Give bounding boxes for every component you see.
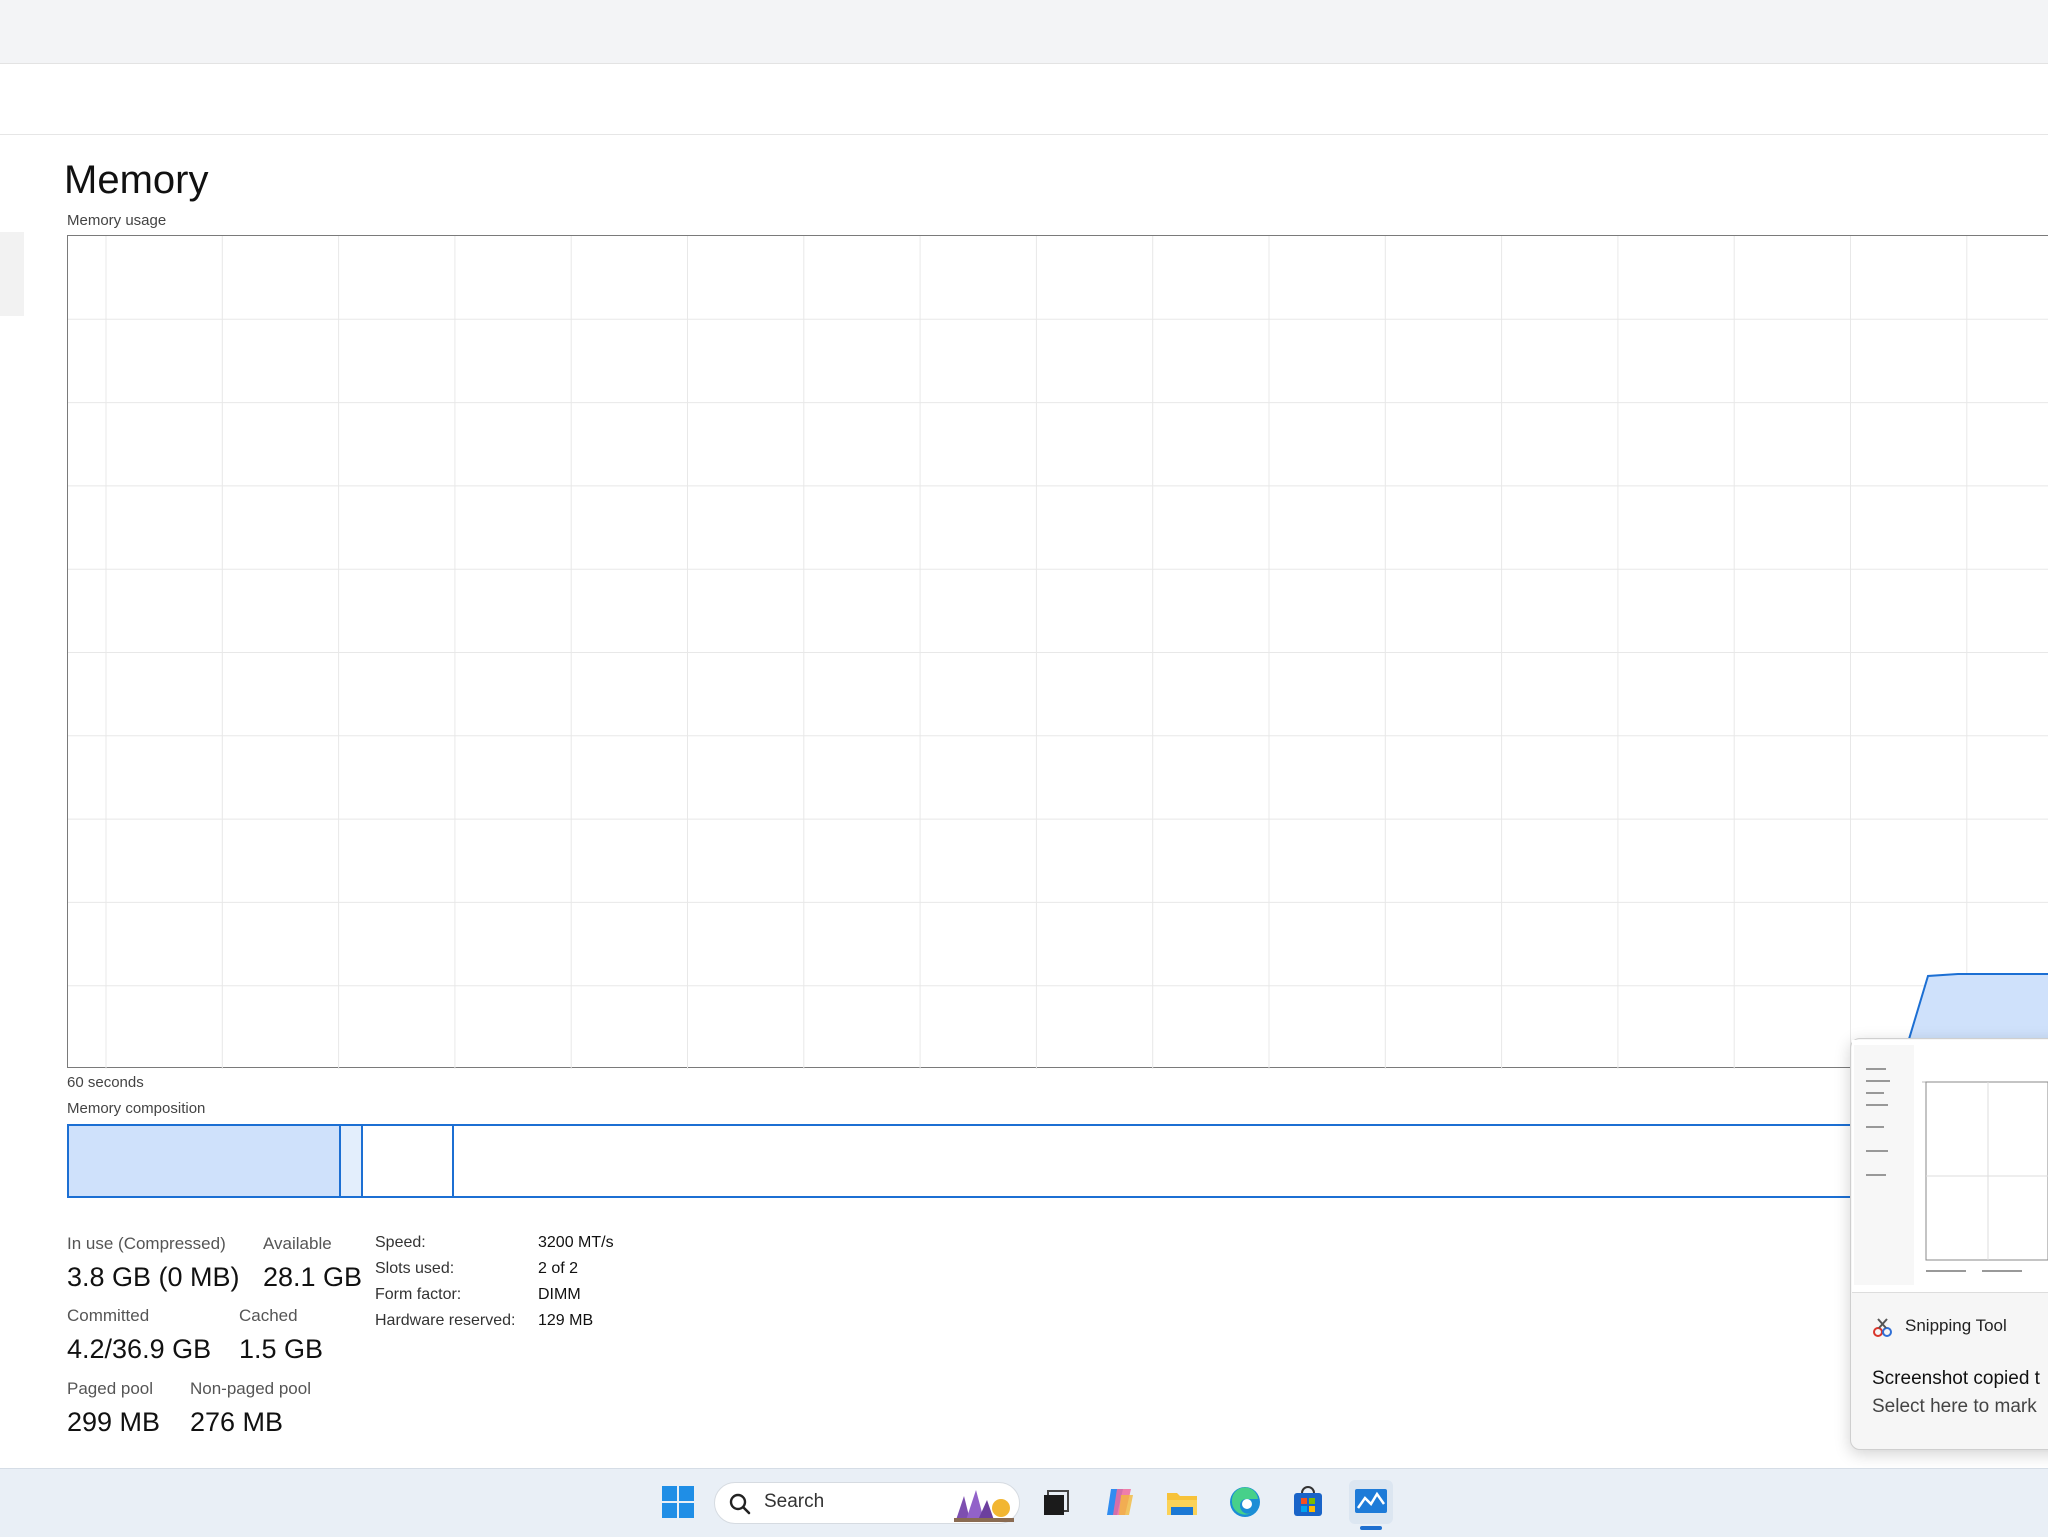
windows-start-icon[interactable] — [656, 1480, 700, 1524]
memory-usage-label: Memory usage — [67, 212, 167, 229]
file-explorer-icon[interactable] — [1160, 1480, 1204, 1524]
in-use-label: In use (Compressed) — [67, 1234, 226, 1253]
task-manager-icon[interactable] — [1349, 1480, 1393, 1524]
thumbnail-preview-icon — [1852, 1040, 2048, 1292]
nav-selected-indicator[interactable] — [0, 232, 24, 316]
speed-label: Speed: — [375, 1234, 426, 1251]
speed-value: 3200 MT/s — [538, 1234, 614, 1251]
paged-pool-label: Paged pool — [67, 1379, 154, 1398]
task-view-icon[interactable] — [1034, 1480, 1078, 1524]
toast-message: Screenshot copied t — [1872, 1368, 2040, 1389]
form-factor-label: Form factor: — [375, 1286, 462, 1303]
edge-icon[interactable] — [1223, 1480, 1267, 1524]
form-factor-value: DIMM — [538, 1286, 581, 1303]
search-placeholder: Search — [764, 1491, 825, 1512]
composition-standby[interactable] — [363, 1126, 454, 1196]
hardware-reserved-label: Hardware reserved: — [375, 1312, 516, 1329]
in-use-value: 3.8 GB (0 MB) — [67, 1262, 240, 1292]
search-highlight-icon — [954, 1486, 1014, 1522]
taskbar — [0, 1468, 2048, 1537]
screenshot-thumbnail[interactable] — [1852, 1040, 2048, 1293]
memory-composition-label: Memory composition — [67, 1100, 206, 1117]
active-app-indicator — [1360, 1526, 1382, 1530]
available-label: Available — [263, 1234, 332, 1253]
store-icon[interactable] — [1286, 1480, 1330, 1524]
copilot-icon[interactable] — [1098, 1480, 1142, 1524]
cached-value: 1.5 GB — [239, 1334, 324, 1364]
committed-value: 4.2/36.9 GB — [67, 1334, 212, 1364]
memory-usage-chart — [68, 236, 2048, 1069]
toast-app-name: Snipping Tool — [1905, 1316, 2007, 1335]
search-icon — [728, 1492, 752, 1516]
toast-action-text[interactable]: Select here to mark — [1872, 1396, 2037, 1418]
slots-used-label: Slots used: — [375, 1260, 455, 1277]
time-span-label: 60 seconds — [67, 1074, 144, 1091]
slots-used-value: 2 of 2 — [538, 1260, 579, 1277]
composition-free[interactable] — [454, 1126, 2048, 1196]
toolbar — [0, 64, 2048, 135]
memory-usage-graph — [67, 235, 2048, 1069]
available-value: 28.1 GB — [263, 1262, 363, 1292]
non-paged-pool-label: Non-paged pool — [190, 1379, 311, 1398]
memory-composition-bar[interactable] — [67, 1124, 2048, 1198]
snipping-tool-icon — [1872, 1316, 1894, 1338]
committed-label: Committed — [67, 1306, 150, 1325]
graph-grid — [68, 236, 2048, 1069]
cached-label: Cached — [239, 1306, 298, 1325]
composition-modified[interactable] — [341, 1126, 363, 1196]
paged-pool-value: 299 MB — [67, 1407, 161, 1437]
page-title: Memory — [64, 158, 209, 202]
non-paged-pool-value: 276 MB — [190, 1407, 284, 1437]
hardware-reserved-value: 129 MB — [538, 1312, 594, 1329]
composition-in-use[interactable] — [69, 1126, 341, 1196]
title-bar — [0, 0, 2048, 64]
